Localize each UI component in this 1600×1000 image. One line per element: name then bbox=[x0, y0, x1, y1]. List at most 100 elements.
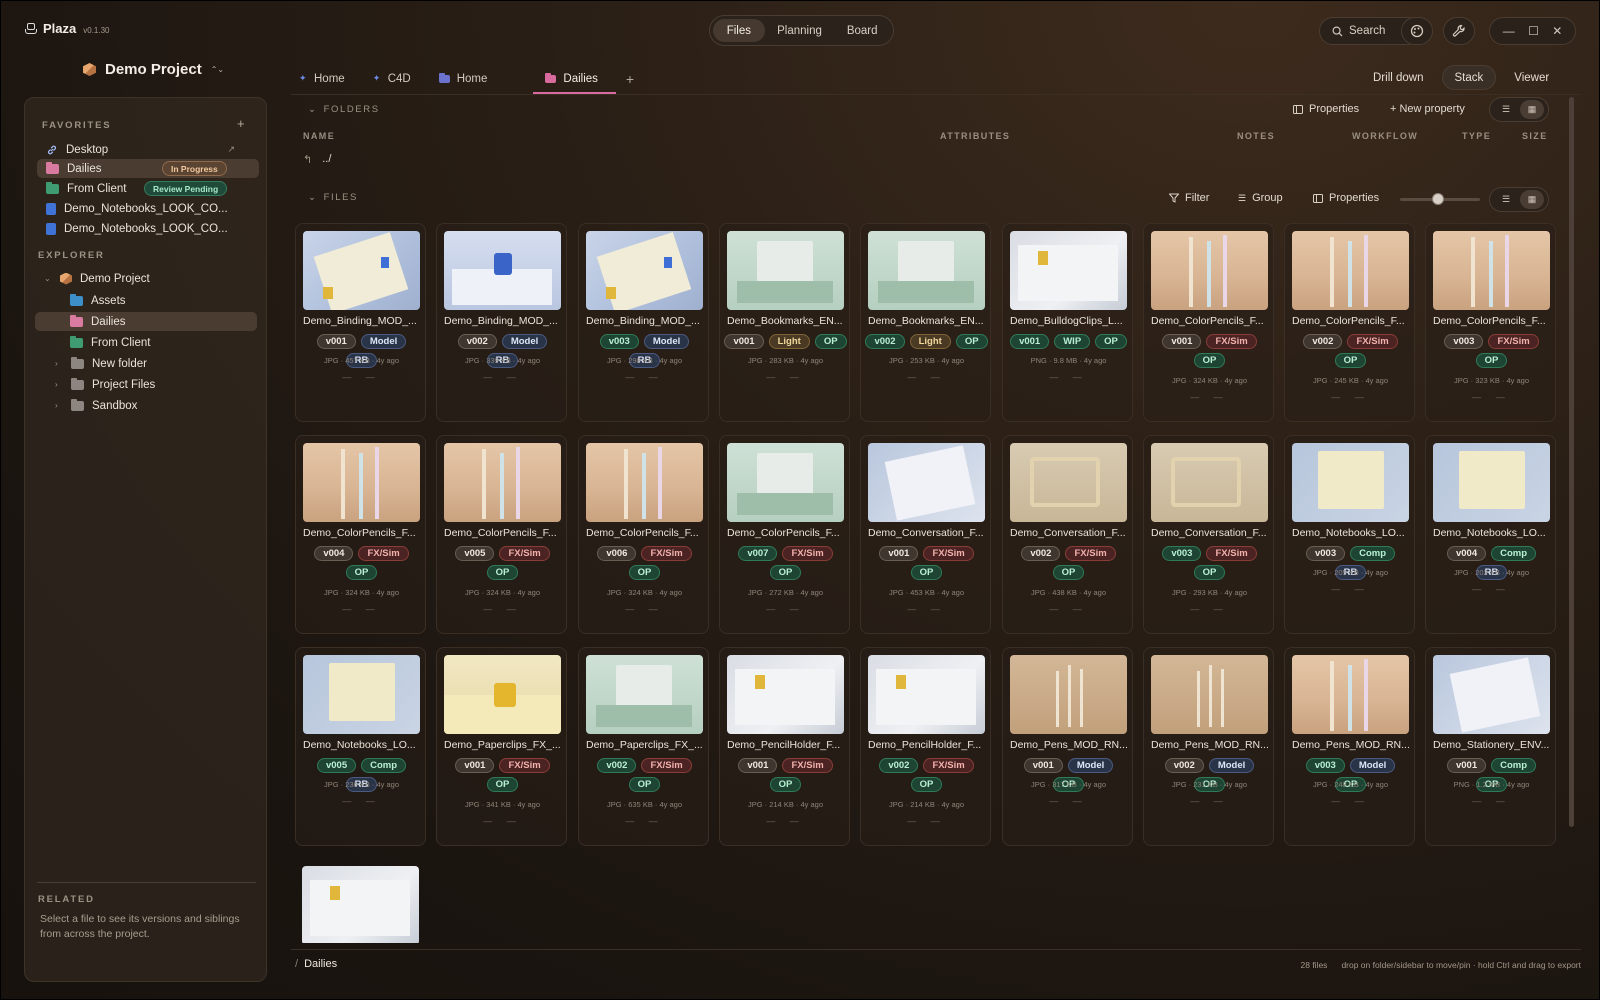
file-card[interactable]: Demo_Pens_MOD_RN... v002 Model OP JPG · 231 … bbox=[1143, 647, 1274, 846]
chevron-right-icon[interactable]: › bbox=[55, 401, 63, 410]
file-thumbnail[interactable] bbox=[586, 655, 703, 734]
file-card[interactable]: Demo_Notebooks_LO... v004 Comp RB JPG · 202 … bbox=[1425, 435, 1556, 634]
list-view-icon[interactable]: ☰ bbox=[1494, 100, 1518, 119]
grid-view-icon[interactable]: ▦ bbox=[1520, 190, 1544, 209]
tree-item-dailies[interactable]: Dailies bbox=[35, 312, 257, 331]
file-card[interactable]: Demo_Bookmarks_EN... v002 Light OP JPG · 253… bbox=[860, 223, 991, 422]
tree-item-sandbox[interactable]: › Sandbox bbox=[46, 396, 257, 415]
file-tag[interactable]: v001 bbox=[1162, 334, 1202, 349]
file-card[interactable]: Demo_Bookmarks_EN... v001 Light OP JPG · 283… bbox=[719, 223, 850, 422]
file-thumbnail[interactable] bbox=[727, 231, 844, 310]
favorite-notebooks-1[interactable]: Demo_Notebooks_LOOK_CO... bbox=[37, 199, 259, 218]
tree-item-project-files[interactable]: › Project Files bbox=[46, 375, 257, 394]
file-tag[interactable]: v004 bbox=[1446, 546, 1487, 561]
file-thumbnail[interactable] bbox=[1433, 231, 1550, 310]
file-card[interactable]: Demo_ColorPencils_F... v002 FX/Sim OP JPG · … bbox=[1284, 223, 1415, 422]
view-stack[interactable]: Stack bbox=[1441, 65, 1497, 90]
file-tag[interactable]: Light bbox=[768, 334, 810, 349]
file-tag[interactable]: v002 bbox=[879, 758, 919, 773]
file-tag[interactable]: FX/Sim bbox=[641, 758, 692, 773]
file-tag[interactable]: OP bbox=[1193, 353, 1226, 368]
file-card[interactable]: Demo_Pens_MOD_RN... v003 Model OP JPG · 248 … bbox=[1284, 647, 1415, 846]
file-tag[interactable]: v003 bbox=[1444, 334, 1484, 349]
file-tag[interactable]: v002 bbox=[1303, 334, 1343, 349]
file-tag[interactable]: OP bbox=[345, 565, 378, 580]
file-tag[interactable]: Model bbox=[1349, 758, 1396, 773]
theme-button[interactable] bbox=[1401, 17, 1433, 45]
new-tab-button[interactable]: + bbox=[626, 71, 634, 87]
tree-item-from-client[interactable]: From Client bbox=[61, 333, 257, 352]
file-tag[interactable]: WIP bbox=[1054, 334, 1091, 349]
file-tag[interactable]: v007 bbox=[738, 546, 778, 561]
file-tag[interactable]: OP bbox=[955, 334, 988, 349]
col-type[interactable]: TYPE bbox=[1462, 131, 1491, 141]
file-tag[interactable]: v002 bbox=[457, 334, 497, 349]
file-thumbnail[interactable] bbox=[303, 443, 420, 522]
file-tag[interactable]: OP bbox=[1193, 565, 1226, 580]
file-tag[interactable]: v001 bbox=[1023, 758, 1063, 773]
col-workflow[interactable]: WORKFLOW bbox=[1352, 131, 1418, 141]
vertical-scrollbar[interactable] bbox=[1569, 97, 1574, 827]
file-tag[interactable]: v003 bbox=[1305, 758, 1345, 773]
tab-home[interactable]: ✦ Home bbox=[291, 65, 353, 92]
breadcrumb-current[interactable]: Dailies bbox=[304, 958, 337, 970]
new-property-button[interactable]: + New property bbox=[1390, 103, 1465, 115]
file-card[interactable]: Demo_Binding_MOD_... v002 Model RB JPG · 339… bbox=[436, 223, 567, 422]
col-size[interactable]: SIZE bbox=[1522, 131, 1548, 141]
file-tag[interactable]: Model bbox=[501, 334, 548, 349]
file-thumbnail[interactable] bbox=[868, 231, 985, 310]
file-tag[interactable]: FX/Sim bbox=[1347, 334, 1398, 349]
file-tag[interactable]: FX/Sim bbox=[499, 758, 550, 773]
file-thumbnail[interactable] bbox=[1151, 443, 1268, 522]
file-tag[interactable]: Comp bbox=[1491, 758, 1537, 773]
favorite-desktop[interactable]: Desktop ↗ bbox=[37, 140, 259, 159]
file-card[interactable]: Demo_Paperclips_FX_... v002 FX/Sim OP JPG · … bbox=[578, 647, 709, 846]
file-thumbnail[interactable] bbox=[1010, 655, 1127, 734]
file-tag[interactable]: v005 bbox=[455, 546, 495, 561]
tools-button[interactable] bbox=[1443, 17, 1475, 45]
file-tag[interactable]: v001 bbox=[1010, 334, 1050, 349]
files-section-toggle[interactable]: ⌄ FILES bbox=[308, 192, 358, 203]
file-tag[interactable]: v003 bbox=[1162, 546, 1202, 561]
view-viewer[interactable]: Viewer bbox=[1502, 65, 1561, 90]
folders-section-toggle[interactable]: ⌄ FOLDERS bbox=[308, 104, 380, 115]
chevron-down-icon[interactable]: ⌄ bbox=[44, 274, 52, 283]
file-tag[interactable]: OP bbox=[1095, 334, 1127, 349]
file-thumbnail[interactable] bbox=[1010, 443, 1127, 522]
file-card[interactable]: Demo_Conversation_F... v003 FX/Sim OP JPG · … bbox=[1143, 435, 1274, 634]
file-thumbnail[interactable] bbox=[868, 655, 985, 734]
file-tag[interactable]: Comp bbox=[361, 758, 407, 773]
file-card[interactable]: Demo_ColorPencils_F... v001 FX/Sim OP JPG · … bbox=[1143, 223, 1274, 422]
file-thumbnail[interactable] bbox=[303, 231, 420, 310]
tab-dailies[interactable]: Dailies bbox=[533, 65, 616, 94]
file-tag[interactable]: v002 bbox=[597, 758, 637, 773]
parent-folder-row[interactable]: ↰ ../ bbox=[303, 153, 331, 166]
tree-item-assets[interactable]: Assets bbox=[61, 291, 257, 310]
file-thumbnail[interactable] bbox=[1292, 443, 1409, 522]
tab-home-folder[interactable]: Home bbox=[431, 65, 496, 92]
file-tag[interactable]: v001 bbox=[455, 758, 495, 773]
file-thumbnail[interactable] bbox=[1151, 231, 1268, 310]
file-card[interactable]: Demo_ColorPencils_F... v004 FX/Sim OP JPG · … bbox=[295, 435, 426, 634]
file-thumbnail[interactable] bbox=[444, 231, 561, 310]
file-card[interactable]: Demo_Paperclips_FX_... v001 FX/Sim OP JPG · … bbox=[436, 647, 567, 846]
close-icon[interactable]: ✕ bbox=[1552, 24, 1562, 38]
file-tag[interactable]: OP bbox=[769, 777, 802, 792]
file-thumbnail[interactable] bbox=[586, 443, 703, 522]
file-tag[interactable]: OP bbox=[1475, 353, 1508, 368]
file-tag[interactable]: FX/Sim bbox=[641, 546, 692, 561]
file-card[interactable]: Demo_PencilHolder_F... v002 FX/Sim OP JPG · … bbox=[860, 647, 991, 846]
minimize-icon[interactable]: — bbox=[1503, 24, 1515, 38]
file-thumbnail[interactable] bbox=[1292, 655, 1409, 734]
file-tag[interactable]: OP bbox=[486, 565, 519, 580]
file-card[interactable]: Demo_ColorPencils_F... v006 FX/Sim OP JPG · … bbox=[578, 435, 709, 634]
file-thumbnail[interactable] bbox=[1151, 655, 1268, 734]
file-tag[interactable]: v001 bbox=[879, 546, 919, 561]
file-thumbnail[interactable] bbox=[727, 443, 844, 522]
file-tag[interactable]: Model bbox=[643, 334, 690, 349]
file-tag[interactable]: OP bbox=[769, 565, 802, 580]
file-tag[interactable]: Comp bbox=[1491, 546, 1537, 561]
favorite-notebooks-2[interactable]: Demo_Notebooks_LOOK_CO... bbox=[37, 219, 259, 238]
file-tag[interactable]: Light bbox=[909, 334, 951, 349]
file-card[interactable]: Demo_PencilHolder_F... v001 FX/Sim OP JPG · … bbox=[719, 647, 850, 846]
